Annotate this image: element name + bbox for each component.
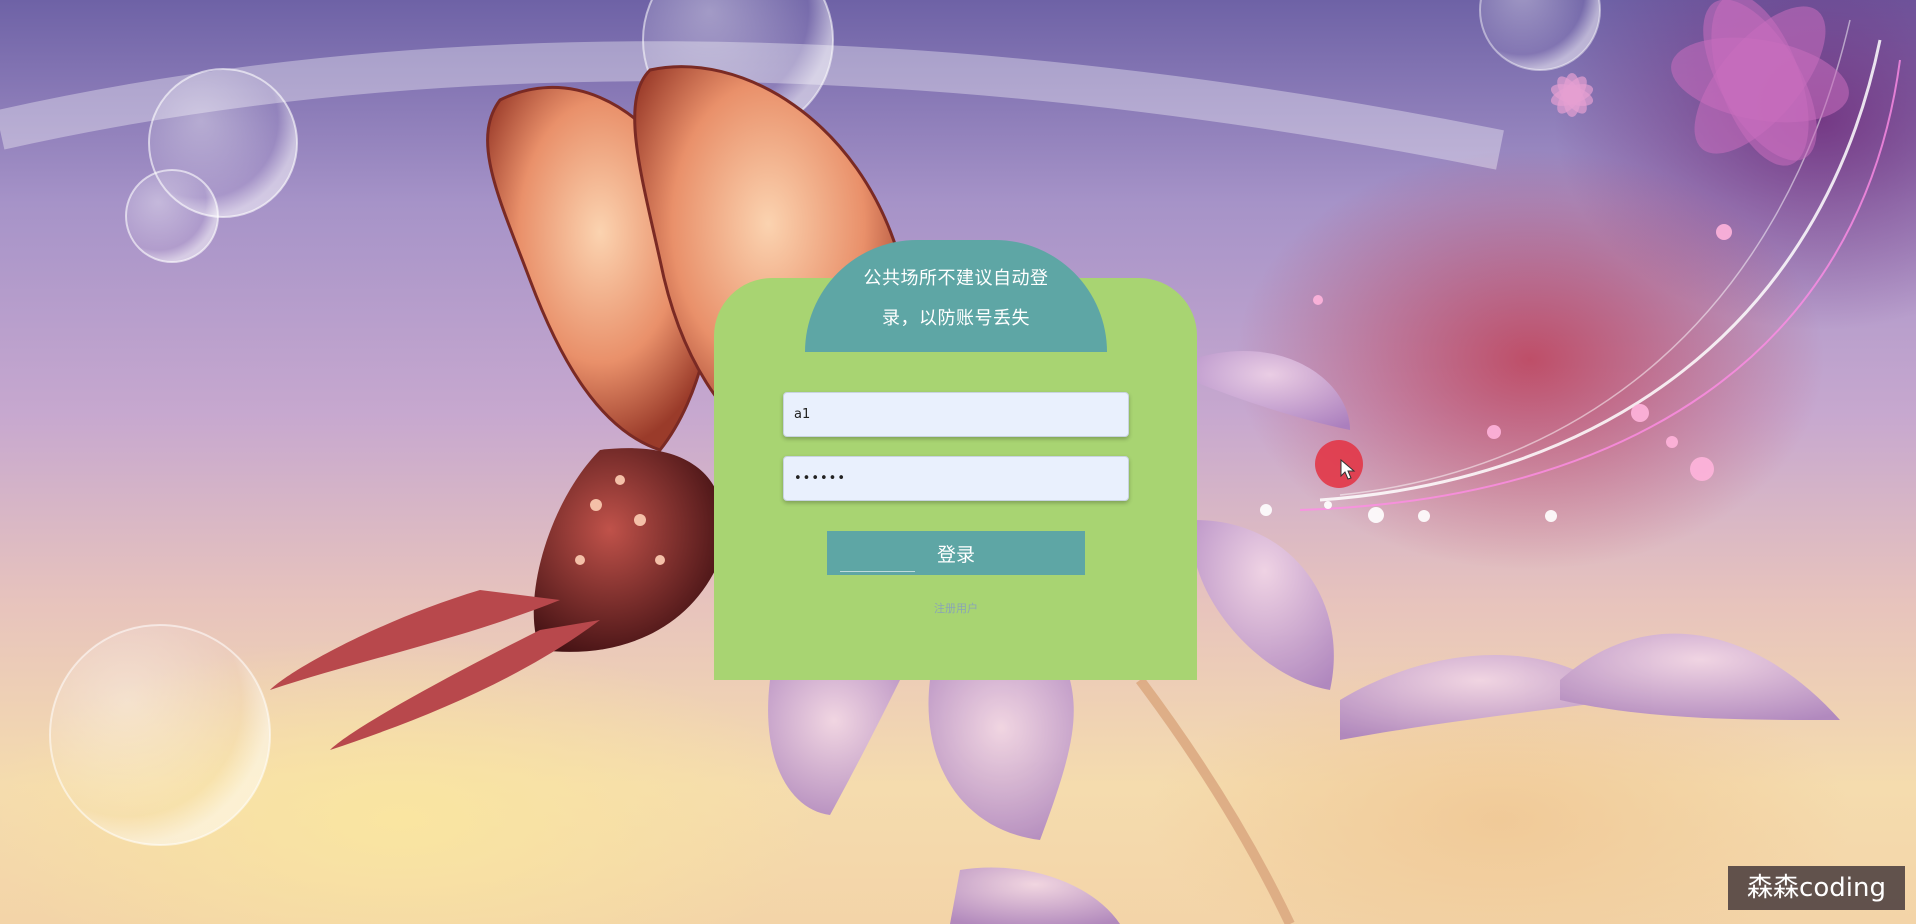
mouse-pointer-icon xyxy=(1340,459,1356,480)
password-input[interactable] xyxy=(783,456,1129,501)
login-button[interactable]: 登录 xyxy=(827,531,1085,575)
login-notice-text: 公共场所不建议自动登录，以防账号丢失 xyxy=(863,268,1049,329)
watermark: 森森coding xyxy=(1728,866,1905,910)
register-link[interactable]: 注册用户 xyxy=(906,600,1006,616)
username-input[interactable] xyxy=(783,392,1129,437)
login-page: 公共场所不建议自动登录，以防账号丢失 登录 注册用户 森森coding xyxy=(0,0,1916,924)
login-button-underline xyxy=(840,571,915,572)
